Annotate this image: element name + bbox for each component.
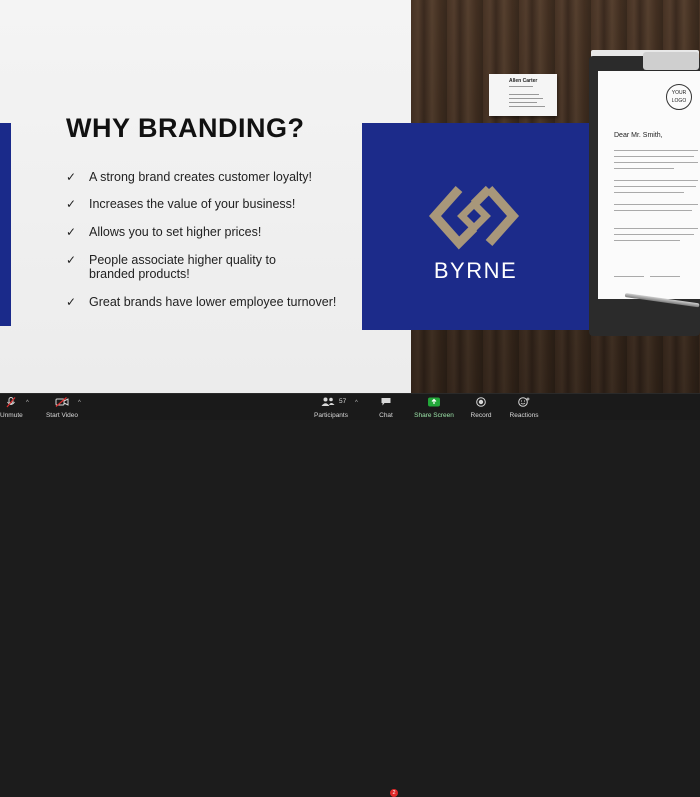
- start-video-label: Start Video: [45, 412, 79, 419]
- check-icon: ✓: [66, 253, 77, 267]
- reactions-label: Reactions: [509, 412, 539, 419]
- check-icon: ✓: [66, 197, 77, 211]
- logo-placeholder-icon: YOUR LOGO: [666, 84, 692, 110]
- unmute-label: Unmute: [0, 412, 23, 419]
- byrne-logo-icon: [428, 185, 520, 250]
- share-screen-button[interactable]: Share Screen: [412, 394, 456, 420]
- bullet-text: People associate higher quality to brand…: [89, 253, 276, 281]
- share-screen-label: Share Screen: [414, 412, 454, 419]
- video-options-caret-icon[interactable]: ^: [78, 400, 81, 406]
- slide-accent-stripe: [0, 123, 11, 326]
- smiley-plus-icon: [518, 397, 530, 407]
- participants-count: 57: [339, 398, 347, 405]
- participants-options-caret-icon[interactable]: ^: [355, 400, 358, 406]
- check-icon: ✓: [66, 295, 77, 309]
- business-card: Allen Carter: [489, 74, 557, 116]
- record-label: Record: [470, 412, 492, 419]
- video-camera-off-icon: [55, 397, 69, 407]
- chat-label: Chat: [379, 412, 393, 419]
- record-button[interactable]: Record: [467, 394, 495, 420]
- participants-button[interactable]: 57 Participants: [310, 394, 352, 420]
- slide-content-area: WHY BRANDING? ✓ A strong brand creates c…: [0, 0, 411, 393]
- shared-screen: WHY BRANDING? ✓ A strong brand creates c…: [0, 0, 700, 393]
- check-icon: ✓: [66, 170, 77, 184]
- brand-name: BYRNE: [433, 258, 518, 283]
- chat-notification-badge: 2: [390, 789, 398, 797]
- meeting-toolbar: Unmute ^ Start Video ^ 57 Participants ^…: [0, 393, 700, 797]
- chat-bubble-icon: [381, 398, 391, 406]
- share-screen-icon: [428, 397, 440, 407]
- bullet-text: Allows you to set higher prices!: [89, 225, 262, 239]
- bullet-text: A strong brand creates customer loyalty!: [89, 170, 313, 184]
- microphone-muted-icon: [6, 397, 16, 408]
- slide-title: WHY BRANDING?: [66, 113, 305, 143]
- bullet-text: Increases the value of your business!: [89, 197, 296, 211]
- participants-icon: [321, 397, 335, 406]
- clipboard-clip: [643, 52, 699, 70]
- reactions-button[interactable]: Reactions: [506, 394, 542, 420]
- chat-button[interactable]: Chat: [374, 394, 398, 420]
- bullet-text: Great brands have lower employee turnove…: [89, 295, 337, 309]
- record-icon: [476, 397, 486, 407]
- unmute-button[interactable]: Unmute: [0, 394, 23, 420]
- start-video-button[interactable]: Start Video: [40, 394, 84, 420]
- business-card-name: Allen Carter: [509, 78, 538, 84]
- check-icon: ✓: [66, 225, 77, 239]
- audio-options-caret-icon[interactable]: ^: [26, 400, 29, 406]
- participants-label: Participants: [314, 412, 348, 419]
- letter-greeting: Dear Mr. Smith,: [614, 132, 663, 139]
